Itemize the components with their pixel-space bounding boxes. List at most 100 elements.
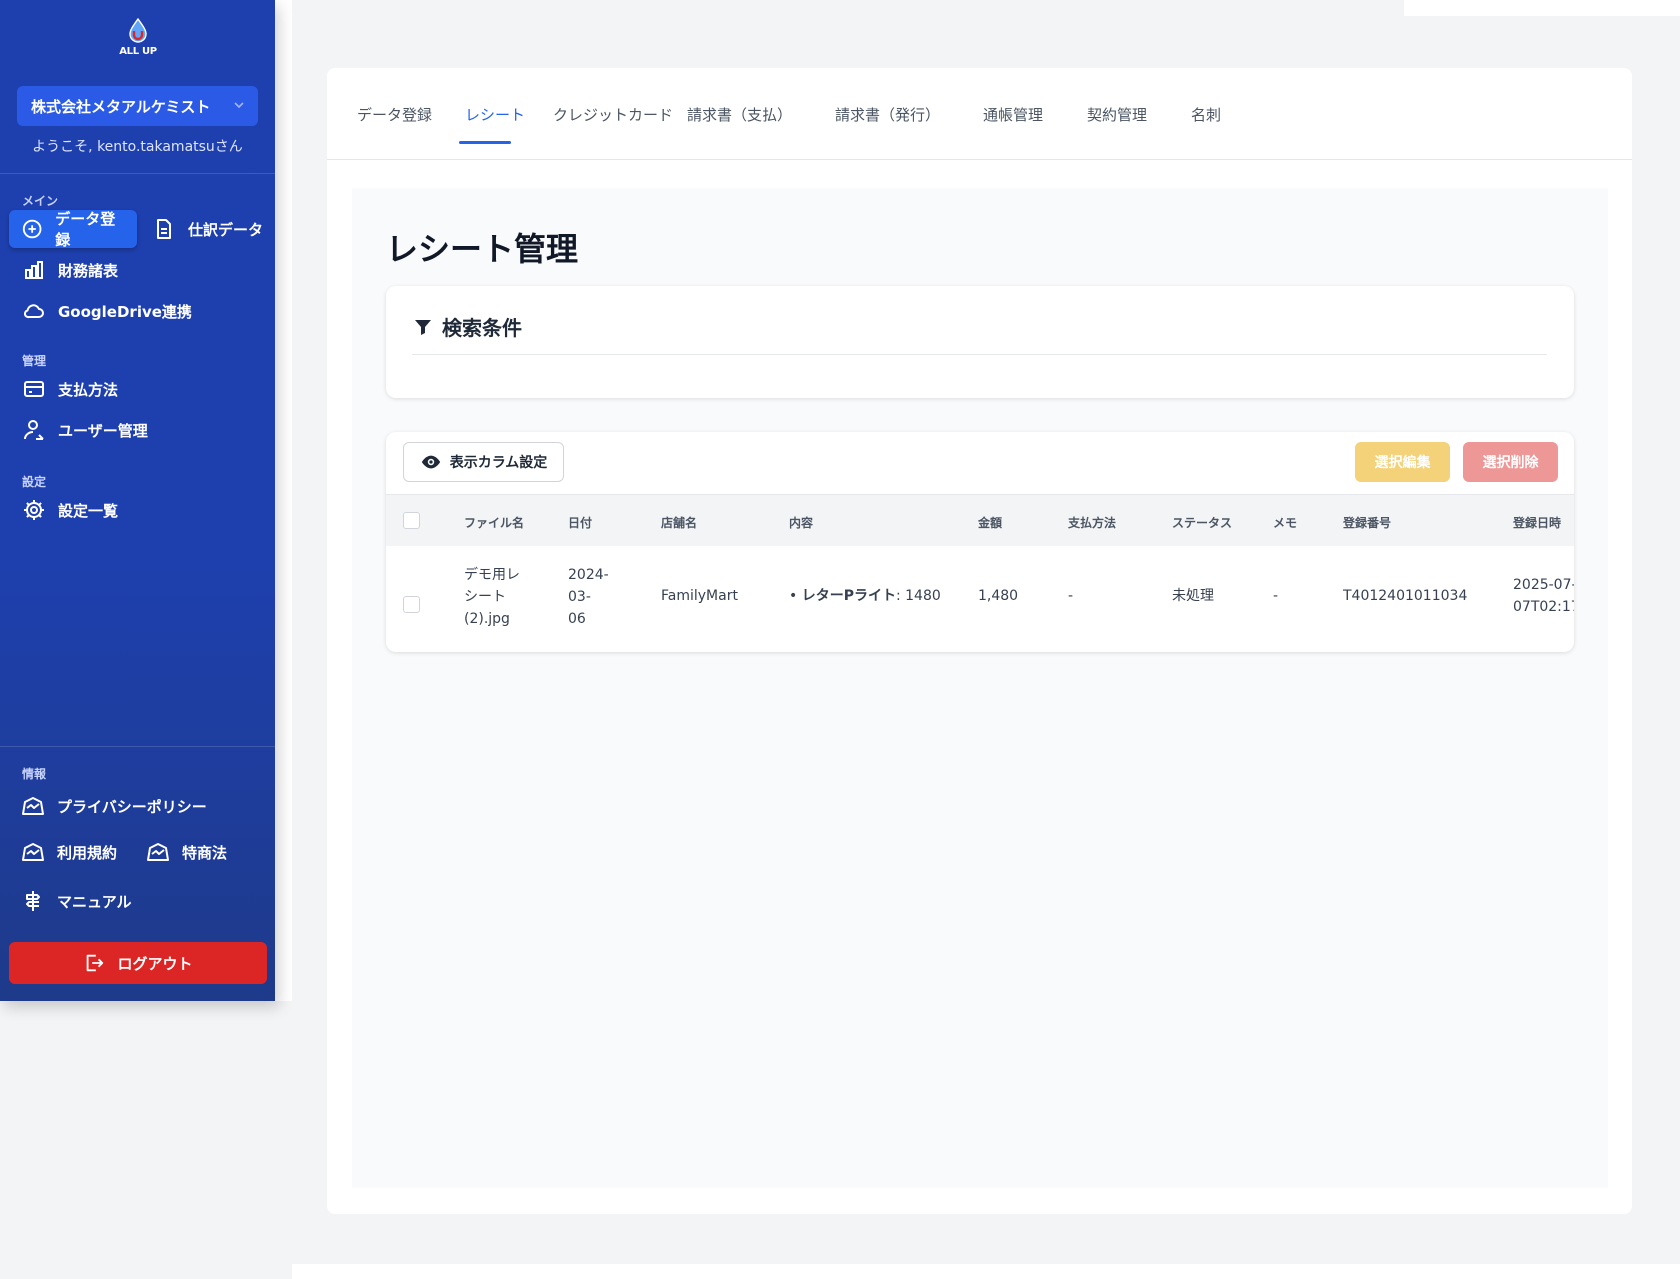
bulk-delete-button[interactable]: 選択削除	[1463, 442, 1558, 482]
tab-contracts[interactable]: 契約管理	[1087, 104, 1147, 125]
cell-reg-no: T4012401011034	[1343, 588, 1468, 604]
sidebar-item-label: プライバシーポリシー	[57, 797, 207, 816]
sidebar-divider	[0, 746, 275, 747]
cell-file-name: デモ用レ シート (2).jpg	[464, 564, 520, 630]
header-reg-date[interactable]: 登録日時	[1513, 514, 1561, 531]
page-title: レシート管理	[386, 230, 579, 268]
filter-icon	[415, 319, 431, 335]
cell-amount: 1,480	[978, 588, 1019, 604]
content-item: レターPライト	[801, 588, 896, 604]
tab-invoice-payable[interactable]: 請求書（支払）	[687, 104, 792, 125]
bulk-edit-button[interactable]: 選択編集	[1355, 442, 1450, 482]
bar-chart-icon	[25, 261, 43, 279]
row-checkbox[interactable]	[403, 596, 420, 613]
company-select[interactable]: 株式会社メタアルケミスト	[17, 86, 258, 126]
sidebar-divider	[0, 173, 275, 174]
handshake-icon	[22, 797, 44, 815]
sidebar-item-label: GoogleDrive連携	[58, 302, 192, 321]
bullet: •	[789, 588, 802, 604]
sidebar-item-settings[interactable]: 設定一覧	[22, 491, 118, 529]
header-file-name[interactable]: ファイル名	[464, 514, 524, 531]
cell-memo: -	[1273, 588, 1279, 604]
header-payment[interactable]: 支払方法	[1068, 514, 1116, 531]
search-title: 検索条件	[442, 316, 522, 340]
main-card: データ登録 レシート クレジットカード 請求書（支払） 請求書（発行） 通帳管理…	[327, 68, 1632, 1214]
cell-payment: -	[1068, 588, 1074, 604]
search-panel-header[interactable]: 検索条件	[414, 312, 522, 341]
handshake-icon	[22, 843, 44, 861]
cell-line: 2025-07-	[1513, 577, 1574, 593]
cell-reg-date: 2025-07- 07T02:17:	[1513, 574, 1574, 618]
sidebar-item-label: 利用規約	[57, 843, 118, 862]
sidebar-item-label: 支払方法	[58, 380, 119, 399]
chevron-down-icon	[234, 102, 244, 109]
cell-line: 2024-	[568, 567, 609, 583]
sidebar-item-terms[interactable]: 利用規約	[21, 833, 117, 871]
section-label-settings: 設定	[22, 475, 47, 489]
tab-bar: データ登録 レシート クレジットカード 請求書（支払） 請求書（発行） 通帳管理…	[327, 68, 1632, 160]
cell-store: FamilyMart	[661, 588, 738, 604]
content-value: : 1480	[895, 588, 941, 604]
sidebar-item-tokushoho[interactable]: 特商法	[146, 833, 227, 871]
cell-content: • レターPライト: 1480	[789, 585, 941, 607]
cell-line: 07T02:17:	[1513, 599, 1574, 615]
cell-line: デモ用レ	[464, 567, 520, 583]
sidebar-item-label: 財務諸表	[58, 261, 119, 280]
sidebar-item-financials[interactable]: 財務諸表	[22, 251, 118, 289]
cell-line: (2).jpg	[464, 611, 510, 627]
header-memo[interactable]: メモ	[1273, 514, 1297, 531]
sidebar-item-label: 仕訳データ	[188, 220, 264, 239]
header-date[interactable]: 日付	[568, 514, 592, 531]
user-icon	[24, 420, 44, 440]
cloud-icon	[23, 304, 44, 319]
sidebar-item-privacy[interactable]: プライバシーポリシー	[21, 787, 207, 825]
select-all-checkbox[interactable]	[403, 512, 420, 529]
section-label-main: メイン	[22, 194, 59, 208]
column-settings-label: 表示カラム設定	[449, 455, 548, 471]
cell-date: 2024- 03- 06	[568, 564, 609, 630]
tab-passbook[interactable]: 通帳管理	[983, 104, 1043, 125]
logout-icon	[87, 954, 104, 972]
sidebar-item-journal[interactable]: 仕訳データ	[152, 210, 263, 248]
tab-invoice-issued[interactable]: 請求書（発行）	[835, 104, 940, 125]
tab-credit-card[interactable]: クレジットカード	[553, 104, 673, 125]
gear-icon	[24, 500, 44, 520]
sidebar-item-label: 特商法	[182, 843, 228, 862]
active-tab-indicator	[459, 141, 511, 144]
handshake-icon	[147, 843, 169, 861]
header-status[interactable]: ステータス	[1172, 514, 1232, 531]
header-content[interactable]: 内容	[789, 514, 813, 531]
sidebar-item-users[interactable]: ユーザー管理	[22, 411, 148, 449]
table-header: ファイル名 日付 店舗名 内容 金額 支払方法 ステータス メモ 登録番号 登録…	[386, 494, 1574, 546]
welcome-text: ようこそ, kento.takamatsuさん	[32, 139, 243, 155]
plus-circle-icon	[22, 219, 42, 239]
tab-data-entry[interactable]: データ登録	[357, 104, 432, 125]
header-store[interactable]: 店舗名	[661, 514, 697, 531]
column-settings-button[interactable]: 表示カラム設定	[403, 442, 564, 482]
section-label-admin: 管理	[22, 354, 47, 368]
sidebar-item-gdrive[interactable]: GoogleDrive連携	[22, 292, 192, 330]
tab-business-cards[interactable]: 名刺	[1191, 104, 1221, 125]
signpost-icon	[26, 891, 40, 911]
content-area: レシート管理 検索条件 表示カラム設定 選択編集 選択削除 ファイル名 日付 店…	[352, 188, 1608, 1188]
logo-text: ALL UP	[119, 46, 157, 57]
header-amount[interactable]: 金額	[978, 514, 1002, 531]
sidebar-item-manual[interactable]: マニュアル	[21, 882, 132, 920]
sidebar-item-data-entry[interactable]: データ登録	[9, 210, 137, 249]
sidebar-item-payment[interactable]: 支払方法	[22, 370, 118, 408]
cell-line: 06	[568, 611, 586, 627]
credit-card-icon	[24, 381, 44, 397]
cell-line: シート	[464, 589, 506, 605]
logout-button[interactable]: ログアウト	[9, 942, 267, 984]
document-icon	[157, 219, 171, 239]
app-logo[interactable]: ALL UP	[115, 17, 161, 64]
sidebar: ALL UP 株式会社メタアルケミスト ようこそ, kento.takamats…	[0, 0, 275, 1001]
sidebar-item-label: データ登録	[55, 210, 116, 249]
sidebar-item-label: ユーザー管理	[58, 421, 148, 440]
tab-receipt[interactable]: レシート	[465, 104, 525, 125]
company-name: 株式会社メタアルケミスト	[31, 97, 211, 116]
receipt-table-card: 表示カラム設定 選択編集 選択削除 ファイル名 日付 店舗名 内容 金額 支払方…	[386, 432, 1574, 652]
cell-line: 03-	[568, 589, 591, 605]
header-reg-no[interactable]: 登録番号	[1343, 514, 1391, 531]
left-background	[0, 1001, 292, 1279]
